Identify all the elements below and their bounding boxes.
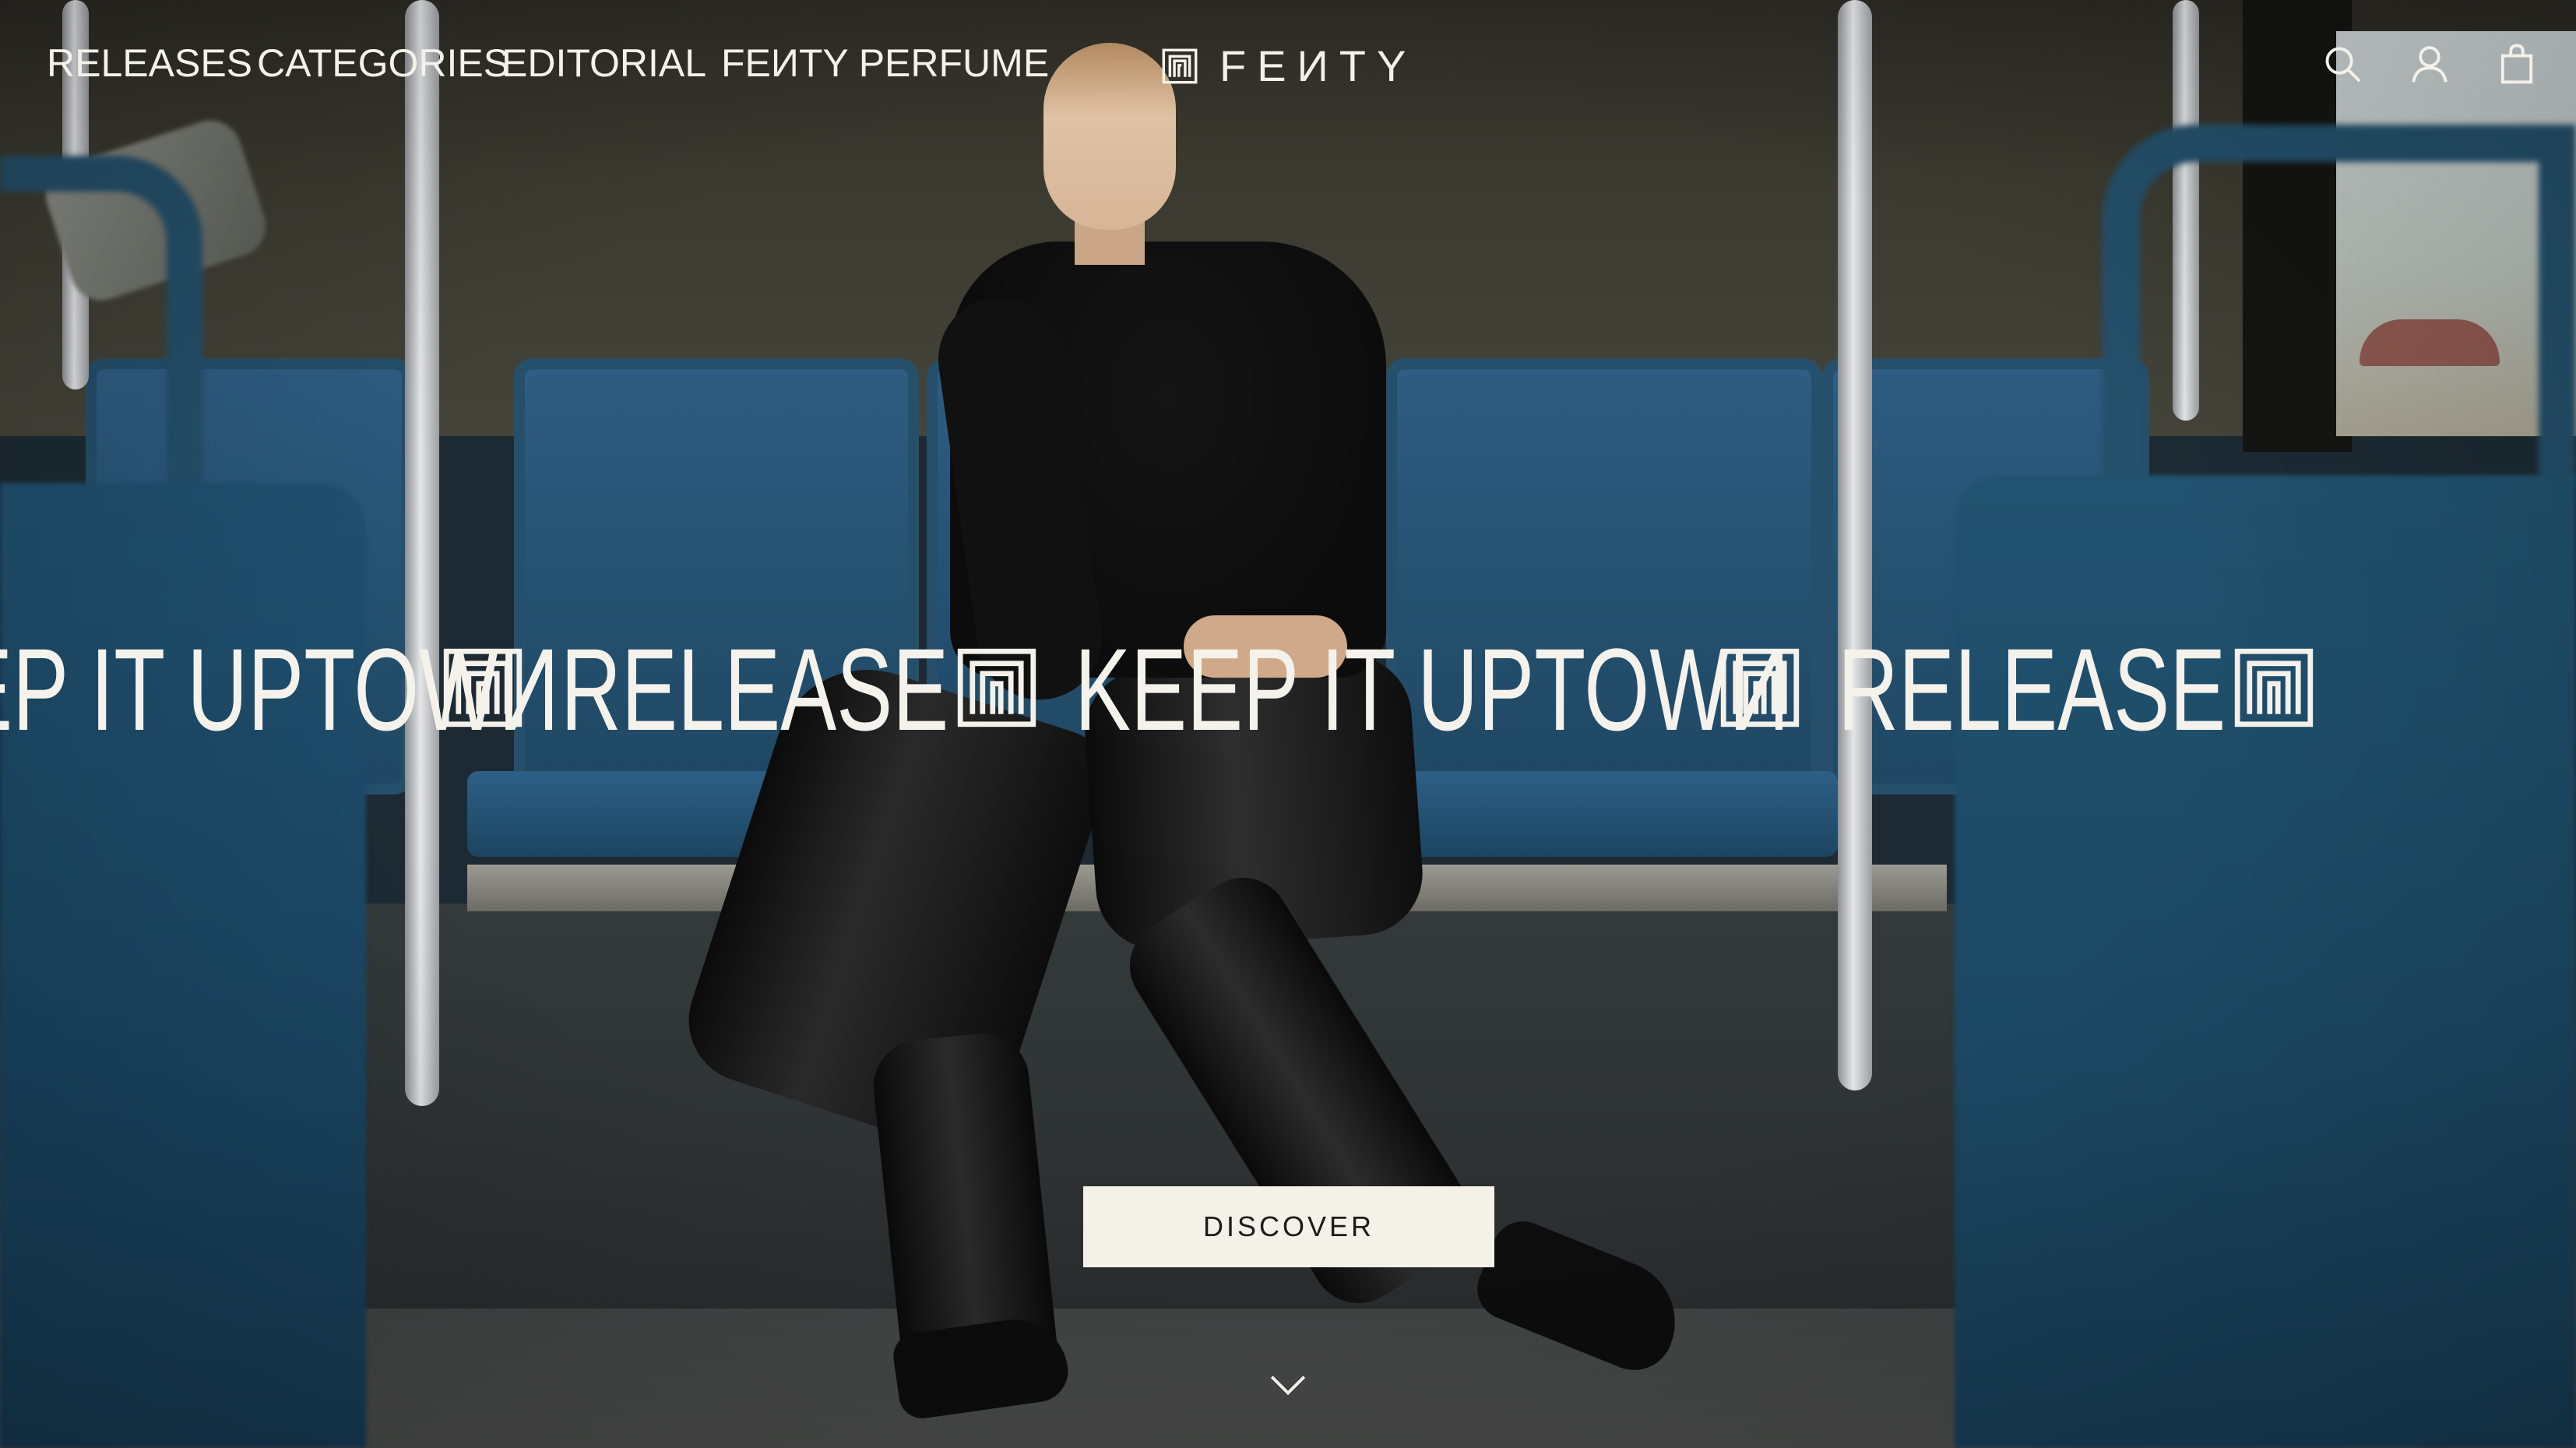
marquee-item: KEEP IT UPTOWИ	[1075, 619, 1789, 759]
search-icon[interactable]	[2322, 44, 2363, 84]
nav-item-editorial[interactable]: EDITORIAL	[501, 41, 706, 86]
shopping-bag-icon[interactable]	[2497, 44, 2537, 84]
marquee-item: RELEASE	[1838, 619, 2226, 759]
brand-wordmark: FEИTY	[1219, 41, 1417, 90]
site-header: RELEASES CATEGORIES EDITORIAL FEИTY PERF…	[0, 0, 2576, 132]
discover-button[interactable]: DISCOVER	[1083, 1186, 1494, 1267]
hero-page: RELEASES CATEGORIES EDITORIAL FEИTY PERF…	[0, 0, 2576, 1448]
marquee-text: RELEASE	[561, 624, 949, 755]
hero-marquee: KEEP IT UPTOWИ RELEASE KEEP IT UPTOWИ	[0, 619, 2576, 759]
nav-item-releases[interactable]: RELEASES	[47, 41, 252, 86]
marquee-item: RELEASE	[561, 619, 948, 759]
utility-nav	[2322, 44, 2537, 84]
nav-categories-label[interactable]: CATEGORIES	[257, 41, 509, 85]
user-icon[interactable]	[2409, 44, 2450, 84]
nav-perfume-label[interactable]: FEИTY PERFUME	[721, 41, 1049, 85]
nav-item-fenty-perfume[interactable]: FEИTY PERFUME	[721, 41, 1049, 86]
marquee-text: KEEP IT UPTOWИ	[0, 624, 559, 755]
nav-editorial-label[interactable]: EDITORIAL	[501, 41, 706, 85]
marquee-text: KEEP IT UPTOWИ	[1075, 624, 1789, 755]
fenty-monogram-icon	[2234, 648, 2314, 727]
marquee-track: KEEP IT UPTOWИ RELEASE KEEP IT UPTOWИ	[0, 619, 2352, 759]
marquee-text: RELEASE	[1838, 624, 2226, 755]
fenty-monogram-icon	[957, 648, 1036, 727]
nav-item-categories[interactable]: CATEGORIES	[257, 41, 509, 86]
fenty-monogram-icon	[1162, 48, 1198, 83]
discover-button-label: DISCOVER	[1202, 1210, 1375, 1242]
nav-releases-label[interactable]: RELEASES	[47, 41, 252, 85]
chevron-down-icon[interactable]	[1268, 1371, 1308, 1399]
brand-logo-link[interactable]: FEИTY	[1162, 41, 1416, 91]
main-nav: RELEASES CATEGORIES EDITORIAL FEИTY PERF…	[47, 41, 1049, 86]
marquee-item: KEEP IT UPTOWИ	[0, 619, 559, 759]
